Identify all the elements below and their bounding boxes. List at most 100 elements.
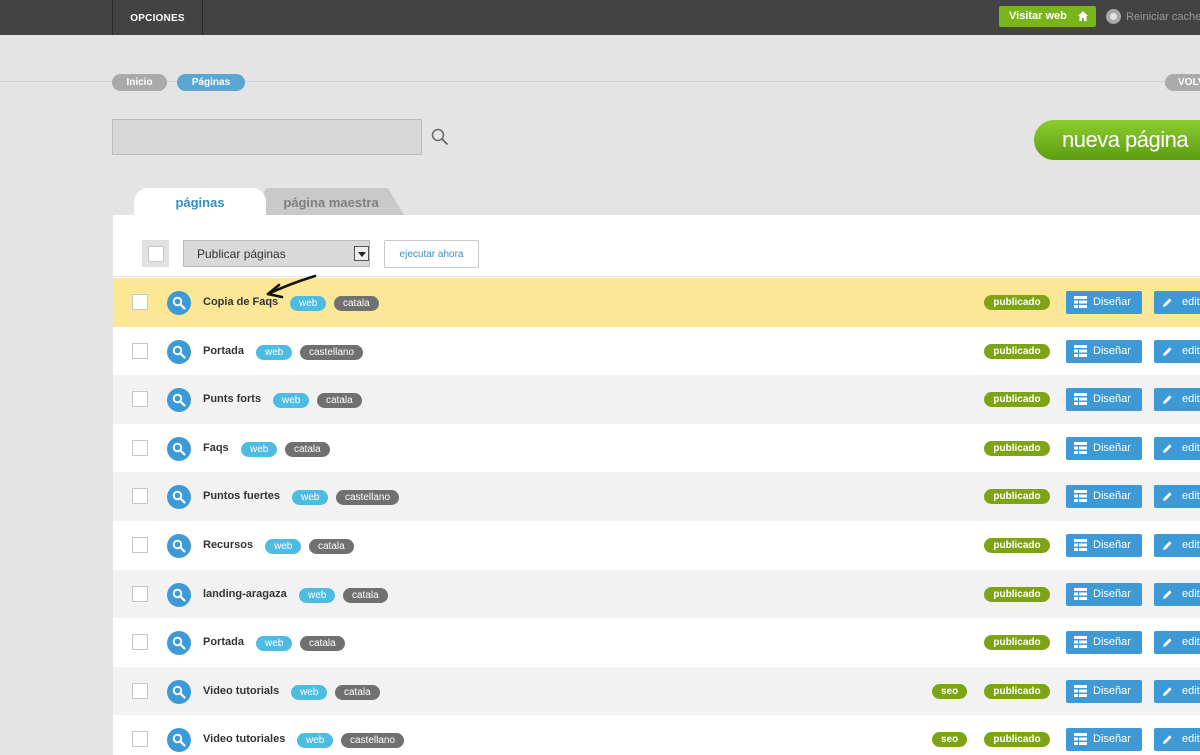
reset-cache-label: Reiniciar cache <box>1126 11 1200 23</box>
status-badge: publicado <box>984 537 1050 553</box>
table-row[interactable]: Faqs web catala publicado Diseñar editar <box>113 423 1200 473</box>
table-row[interactable]: Punts forts web catala publicado Diseñar… <box>113 375 1200 424</box>
design-button[interactable]: Diseñar <box>1066 679 1142 703</box>
breadcrumb-paginas[interactable]: Páginas <box>177 74 245 91</box>
run-now-button[interactable]: ejecutar ahora <box>384 240 479 268</box>
bulk-action-select[interactable]: Publicar páginas <box>183 240 370 267</box>
edit-button[interactable]: editar <box>1154 485 1200 509</box>
status-badge: publicado <box>984 489 1050 505</box>
table-row[interactable]: landing-aragaza web catala publicado Dis… <box>113 569 1200 619</box>
edit-button[interactable]: editar <box>1154 436 1200 460</box>
preview-button[interactable] <box>167 388 191 413</box>
edit-button[interactable]: editar <box>1154 291 1200 314</box>
preview-button[interactable] <box>167 291 191 315</box>
edit-button[interactable]: editar <box>1154 339 1200 363</box>
edit-label: editar <box>1182 733 1200 746</box>
search-icon[interactable] <box>431 128 449 146</box>
layout-grid-icon <box>1074 684 1087 697</box>
select-all-checkbox[interactable] <box>142 240 169 267</box>
edit-button[interactable]: editar <box>1154 582 1200 606</box>
page-name[interactable]: Portada <box>203 345 244 357</box>
layout-grid-icon <box>1074 393 1087 406</box>
table-row[interactable]: Puntos fuertes web castellano publicado … <box>113 472 1200 521</box>
page-name[interactable]: Video tutoriales <box>203 733 285 745</box>
preview-button[interactable] <box>167 679 191 704</box>
row-checkbox[interactable] <box>132 294 148 310</box>
preview-button[interactable] <box>167 485 191 510</box>
preview-button[interactable] <box>167 533 191 558</box>
edit-label: editar <box>1182 684 1200 697</box>
edit-label: editar <box>1182 393 1200 406</box>
design-button[interactable]: Diseñar <box>1066 582 1142 606</box>
design-button[interactable]: Diseñar <box>1066 485 1142 509</box>
visit-web-button[interactable]: Visitar web <box>999 6 1096 27</box>
type-tag: web <box>291 684 328 700</box>
table-row[interactable]: Portada web castellano publicado Diseñar… <box>113 326 1200 376</box>
magnifier-icon <box>172 296 186 310</box>
page-name[interactable]: Portada <box>203 636 244 648</box>
design-button[interactable]: Diseñar <box>1066 388 1142 412</box>
language-tag: catala <box>285 441 330 457</box>
refresh-icon <box>1106 9 1121 24</box>
design-button[interactable]: Diseñar <box>1066 728 1142 752</box>
preview-button[interactable] <box>167 582 191 607</box>
magnifier-icon <box>172 588 186 602</box>
row-checkbox[interactable] <box>132 585 148 602</box>
page-name[interactable]: Punts forts <box>203 393 261 405</box>
type-tag: web <box>256 344 293 360</box>
table-row[interactable]: Video tutoriales web castellano seo publ… <box>113 715 1200 755</box>
edit-button[interactable]: editar <box>1154 533 1200 557</box>
type-tag: web <box>292 490 329 506</box>
seo-badge: seo <box>932 683 968 699</box>
row-checkbox[interactable] <box>132 536 148 553</box>
language-tag: catala <box>343 587 388 603</box>
page-name[interactable]: landing-aragaza <box>203 588 287 600</box>
table-row[interactable]: Recursos web catala publicado Diseñar ed… <box>113 520 1200 570</box>
design-button[interactable]: Diseñar <box>1066 533 1142 557</box>
tab-pagina-maestra[interactable]: página maestra <box>258 188 404 215</box>
edit-button[interactable]: editar <box>1154 679 1200 703</box>
design-label: Diseñar <box>1093 733 1131 746</box>
edit-button[interactable]: editar <box>1154 728 1200 752</box>
design-button[interactable]: Diseñar <box>1066 631 1142 655</box>
table-row[interactable]: Portada web catala publicado Diseñar edi… <box>113 618 1200 667</box>
page-name[interactable]: Recursos <box>203 539 253 551</box>
preview-button[interactable] <box>167 728 191 753</box>
row-checkbox[interactable] <box>132 634 148 651</box>
status-badge: publicado <box>984 635 1050 651</box>
opciones-menu[interactable]: OPCIONES <box>113 0 202 35</box>
design-button[interactable]: Diseñar <box>1066 291 1142 314</box>
search-input[interactable] <box>112 119 422 155</box>
table-row[interactable]: Video tutorials web catala seo publicado… <box>113 666 1200 716</box>
reset-cache-button[interactable]: Reiniciar cache <box>1106 9 1200 24</box>
design-label: Diseñar <box>1093 296 1131 308</box>
preview-button[interactable] <box>167 436 191 461</box>
row-checkbox[interactable] <box>132 342 148 359</box>
page-name[interactable]: Faqs <box>203 442 229 454</box>
preview-button[interactable] <box>167 339 191 364</box>
design-button[interactable]: Diseñar <box>1066 436 1142 460</box>
tab-paginas[interactable]: páginas <box>134 188 266 215</box>
row-checkbox[interactable] <box>132 682 148 699</box>
language-tag: catala <box>300 636 345 652</box>
row-checkbox[interactable] <box>132 391 148 408</box>
page-name[interactable]: Puntos fuertes <box>203 490 280 502</box>
edit-label: editar <box>1182 490 1200 503</box>
preview-button[interactable] <box>167 631 191 656</box>
back-button[interactable]: VOLVER <box>1165 74 1200 91</box>
design-button[interactable]: Diseñar <box>1066 339 1142 363</box>
edit-button[interactable]: editar <box>1154 388 1200 412</box>
new-page-button[interactable]: nueva página <box>1034 120 1200 160</box>
breadcrumb-inicio[interactable]: Inicio <box>112 74 167 91</box>
language-tag: catala <box>334 296 379 311</box>
row-checkbox[interactable] <box>132 731 148 748</box>
layout-grid-icon <box>1074 296 1087 308</box>
pencil-icon <box>1163 541 1172 550</box>
layout-grid-icon <box>1074 344 1087 357</box>
row-checkbox[interactable] <box>132 439 148 456</box>
home-icon <box>1078 11 1088 21</box>
layout-grid-icon <box>1074 733 1087 746</box>
edit-button[interactable]: editar <box>1154 631 1200 655</box>
page-name[interactable]: Video tutorials <box>203 685 279 697</box>
row-checkbox[interactable] <box>132 488 148 505</box>
